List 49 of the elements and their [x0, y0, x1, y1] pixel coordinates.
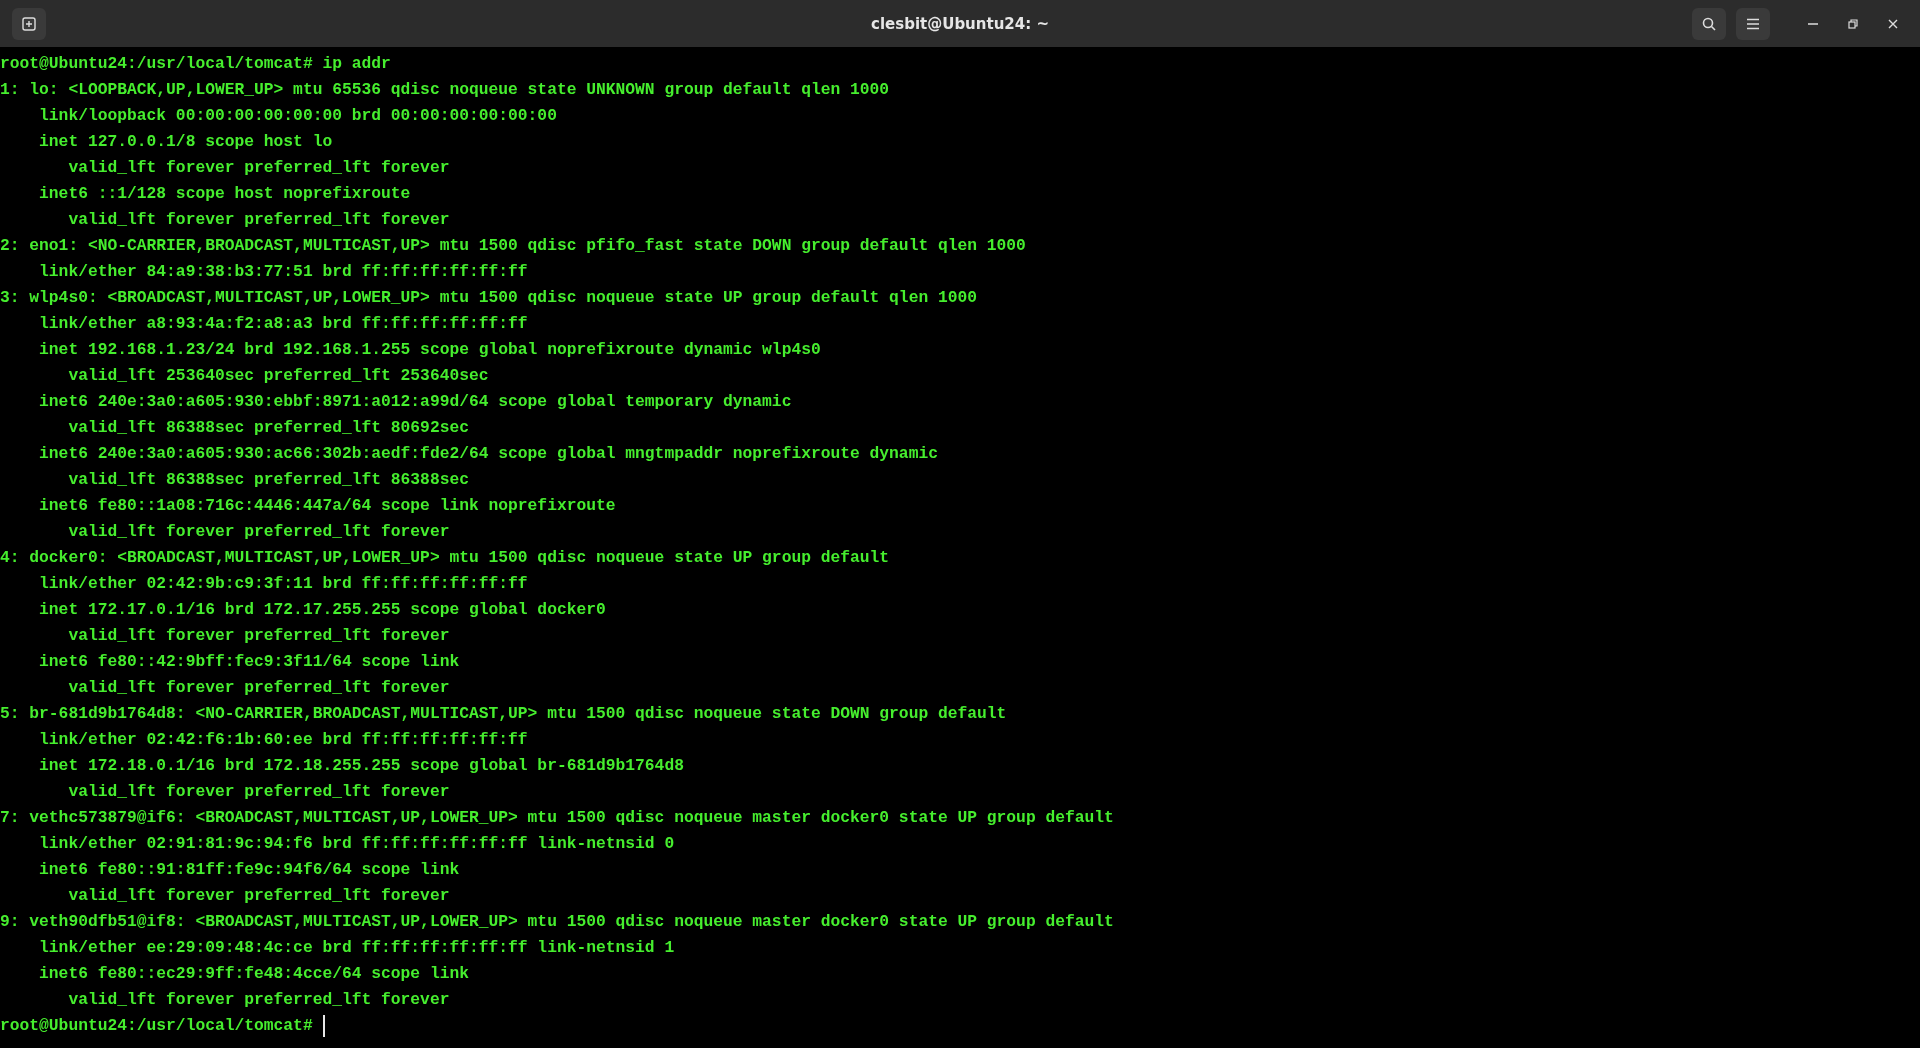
terminal-line: 3: wlp4s0: <BROADCAST,MULTICAST,UP,LOWER_UP> mtu 1500 qdisc noqueue state UP group default qlen 1000 — [0, 287, 979, 309]
terminal-line: valid_lft 86388sec preferred_lft 80692sec — [67, 417, 470, 439]
terminal-line: valid_lft forever preferred_lft forever — [67, 885, 451, 907]
terminal-line: link/ether ee:29:09:48:4c:ce brd ff:ff:ff:ff:ff:ff link-netnsid 1 — [38, 937, 676, 959]
terminal-line: link/ether a8:93:4a:f2:a8:a3 brd ff:ff:ff:ff:ff:ff — [38, 313, 529, 335]
terminal-line: 4: docker0: <BROADCAST,MULTICAST,UP,LOWER_UP> mtu 1500 qdisc noqueue state UP group default — [0, 547, 891, 569]
terminal-line: inet6 ::1/128 scope host noprefixroute — [38, 183, 412, 205]
terminal-line: 2: eno1: <NO-CARRIER,BROADCAST,MULTICAST,UP> mtu 1500 qdisc pfifo_fast state DOWN group default qlen 1000 — [0, 235, 1027, 257]
terminal-line: valid_lft forever preferred_lft forever — [67, 625, 451, 647]
terminal-line: link/ether 84:a9:38:b3:77:51 brd ff:ff:ff:ff:ff:ff — [38, 261, 529, 283]
terminal-line: link/loopback 00:00:00:00:00:00 brd 00:00:00:00:00:00 — [38, 105, 558, 127]
terminal-line: valid_lft forever preferred_lft forever — [67, 209, 451, 231]
terminal-line: inet6 240e:3a0:a605:930:ebbf:8971:a012:a99d/64 scope global temporary dynamic — [38, 391, 793, 413]
close-icon — [1888, 18, 1898, 29]
new-tab-button[interactable] — [12, 7, 46, 40]
terminal-line: link/ether 02:91:81:9c:94:f6 brd ff:ff:ff:ff:ff:ff link-netnsid 0 — [38, 833, 676, 855]
terminal-line: 1: lo: <LOOPBACK,UP,LOWER_UP> mtu 65536 qdisc noqueue state UNKNOWN group default qlen 1000 — [0, 79, 891, 101]
terminal-line: valid_lft forever preferred_lft forever — [67, 781, 451, 803]
terminal-line: 5: br-681d9b1764d8: <NO-CARRIER,BROADCAST,MULTICAST,UP> mtu 1500 qdisc noqueue state DOWN group default — [0, 703, 1008, 725]
terminal-line: 7: vethc573879@if6: <BROADCAST,MULTICAST,UP,LOWER_UP> mtu 1500 qdisc noqueue master docker0 state UP group default — [0, 807, 1115, 829]
terminal-line: valid_lft forever preferred_lft forever — [67, 157, 451, 179]
terminal-line: 9: veth90dfb51@if8: <BROADCAST,MULTICAST,UP,LOWER_UP> mtu 1500 qdisc noqueue master docker0 state UP group default — [0, 911, 1115, 933]
terminal-line: link/ether 02:42:9b:c9:3f:11 brd ff:ff:ff:ff:ff:ff — [38, 573, 529, 595]
terminal-line: inet6 fe80::1a08:716c:4446:447a/64 scope link noprefixroute — [38, 495, 617, 517]
terminal-line: root@Ubuntu24:/usr/local/tomcat# ip addr — [0, 53, 392, 75]
menu-button[interactable] — [1736, 7, 1770, 40]
text-cursor — [322, 1015, 325, 1037]
terminal-line: inet 192.168.1.23/24 brd 192.168.1.255 scope global noprefixroute dynamic wlp4s0 — [38, 339, 822, 361]
restore-icon — [1848, 18, 1858, 29]
terminal-line: link/ether 02:42:f6:1b:60:ee brd ff:ff:ff:ff:ff:ff — [38, 729, 529, 751]
terminal-line: valid_lft forever preferred_lft forever — [67, 989, 451, 1011]
terminal-line: valid_lft 253640sec preferred_lft 253640sec — [67, 365, 490, 387]
terminal-line: inet 127.0.0.1/8 scope host lo — [38, 131, 334, 153]
terminal-line: valid_lft forever preferred_lft forever — [67, 677, 451, 699]
terminal-line: valid_lft forever preferred_lft forever — [67, 521, 451, 543]
terminal-line: inet 172.17.0.1/16 brd 172.17.255.255 scope global docker0 — [38, 599, 607, 621]
terminal-line: inet 172.18.0.1/16 brd 172.18.255.255 scope global br-681d9b1764d8 — [38, 755, 685, 777]
search-icon — [1701, 15, 1717, 32]
new-tab-icon — [21, 15, 37, 32]
window-title: clesbit@Ubuntu24: ~ — [871, 14, 1049, 33]
menu-icon — [1746, 17, 1760, 30]
terminal-line: inet6 fe80::ec29:9ff:fe48:4cce/64 scope link — [38, 963, 470, 985]
terminal-line: valid_lft 86388sec preferred_lft 86388sec — [67, 469, 470, 491]
terminal-line: inet6 fe80::91:81ff:fe9c:94f6/64 scope link — [38, 859, 461, 881]
terminal-line: inet6 240e:3a0:a605:930:ac66:302b:aedf:fde2/64 scope global mngtmpaddr noprefixroute dynamic — [38, 443, 939, 465]
terminal-line: inet6 fe80::42:9bff:fec9:3f11/64 scope link — [38, 651, 461, 673]
minimize-icon — [1808, 22, 1818, 25]
shell-prompt: root@Ubuntu24:/usr/local/tomcat# — [0, 1015, 313, 1037]
search-button[interactable] — [1692, 7, 1726, 40]
